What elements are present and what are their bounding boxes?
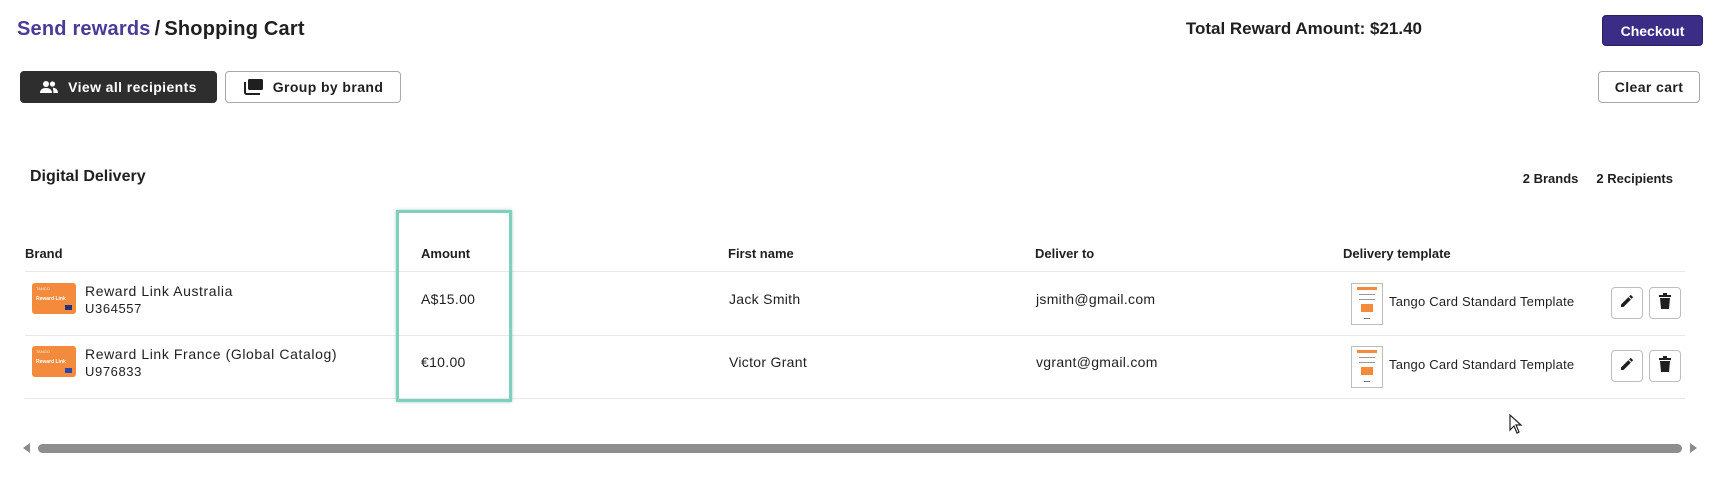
trash-icon	[1658, 355, 1672, 377]
brand-name: Reward Link Australia	[85, 283, 233, 299]
group-by-brand-button[interactable]: Group by brand	[225, 71, 401, 103]
first-name-value: Victor Grant	[729, 354, 808, 370]
breadcrumb: Send rewards / Shopping Cart	[17, 18, 305, 41]
column-header-first-name: First name	[728, 246, 794, 261]
table-row[interactable]: TANGO Reward Link Reward Link Australia U…	[0, 272, 1716, 334]
template-thumbnail	[1351, 346, 1383, 388]
horizontal-scrollbar[interactable]	[38, 444, 1682, 453]
breadcrumb-separator: /	[154, 18, 161, 40]
delete-button[interactable]	[1649, 350, 1681, 382]
amount-value: A$15.00	[421, 291, 476, 307]
checkout-button[interactable]: Checkout	[1602, 15, 1703, 46]
view-all-recipients-label: View all recipients	[68, 79, 197, 95]
edit-button[interactable]	[1611, 350, 1643, 382]
brand-card-image: TANGO Reward Link	[32, 346, 76, 377]
table-row[interactable]: TANGO Reward Link Reward Link France (Glo…	[0, 336, 1716, 398]
template-thumbnail	[1351, 283, 1383, 325]
page-title: Shopping Cart	[164, 18, 305, 40]
group-by-brand-label: Group by brand	[272, 79, 384, 95]
stack-icon	[243, 79, 263, 95]
deliver-to-value: jsmith@gmail.com	[1036, 291, 1156, 307]
mouse-cursor-icon	[1509, 413, 1523, 439]
recipients-count: 2 Recipients	[1596, 171, 1673, 186]
template-name: Tango Card Standard Template	[1389, 357, 1575, 372]
row-divider	[25, 398, 1685, 399]
first-name-value: Jack Smith	[729, 291, 801, 307]
scroll-right-arrow[interactable]	[1690, 443, 1697, 453]
brands-count: 2 Brands	[1522, 171, 1579, 186]
people-icon	[40, 80, 59, 94]
brand-id: U364557	[85, 301, 142, 316]
edit-button[interactable]	[1611, 287, 1643, 319]
brand-id: U976833	[85, 364, 142, 379]
brand-name: Reward Link France (Global Catalog)	[85, 346, 338, 362]
section-title: Digital Delivery	[30, 168, 146, 185]
breadcrumb-send-rewards-link[interactable]: Send rewards	[17, 18, 151, 40]
pencil-icon	[1619, 356, 1635, 377]
column-header-delivery-template: Delivery template	[1343, 246, 1451, 261]
view-all-recipients-button[interactable]: View all recipients	[20, 71, 217, 103]
column-header-deliver-to: Deliver to	[1035, 246, 1095, 261]
clear-cart-button[interactable]: Clear cart	[1598, 71, 1700, 103]
pencil-icon	[1619, 293, 1635, 314]
deliver-to-value: vgrant@gmail.com	[1036, 354, 1158, 370]
cart-counts: 2 Brands 2 Recipients	[1523, 171, 1673, 186]
column-header-amount: Amount	[421, 246, 471, 261]
template-name: Tango Card Standard Template	[1389, 294, 1575, 309]
column-header-brand: Brand	[25, 246, 63, 261]
brand-card-image: TANGO Reward Link	[32, 283, 76, 314]
total-reward-amount: Total Reward Amount: $21.40	[1185, 19, 1422, 38]
amount-value: €10.00	[421, 354, 466, 370]
scroll-left-arrow[interactable]	[23, 443, 30, 453]
delete-button[interactable]	[1649, 287, 1681, 319]
trash-icon	[1658, 292, 1672, 314]
